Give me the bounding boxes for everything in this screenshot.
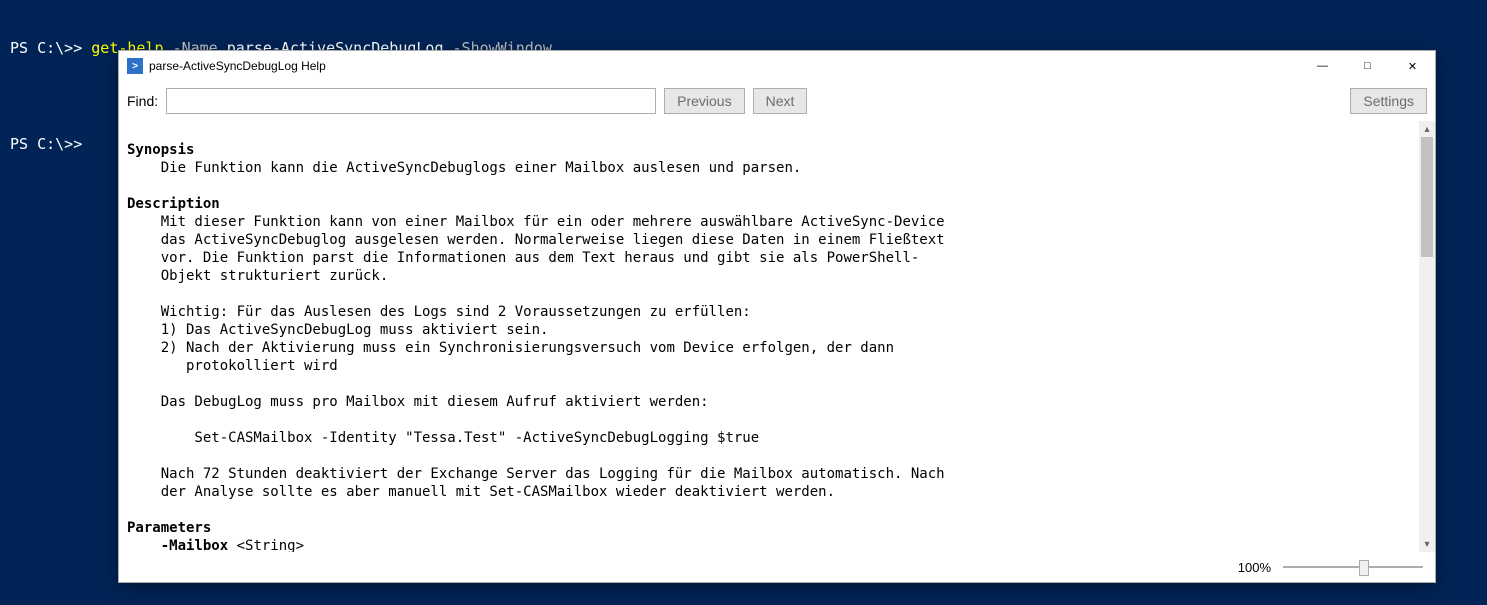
description-line: vor. Die Funktion parst die Informatione… [127,250,919,266]
description-line: Objekt strukturiert zurück. [127,268,388,284]
settings-button[interactable]: Settings [1350,88,1427,114]
scroll-up-icon[interactable]: ▴ [1419,121,1435,137]
parameters-heading: Parameters [127,520,211,536]
window-title: parse-ActiveSyncDebugLog Help [149,59,1300,73]
description-line: 1) Das ActiveSyncDebugLog muss aktiviert… [127,322,548,338]
description-line: Mit dieser Funktion kann von einer Mailb… [127,214,945,230]
scroll-down-icon[interactable]: ▾ [1419,536,1435,552]
description-line: Wichtig: Für das Auslesen des Logs sind … [127,304,751,320]
description-line: der Analyse sollte es aber manuell mit S… [127,484,835,500]
description-heading: Description [127,196,220,212]
vertical-scrollbar[interactable]: ▴ ▾ [1419,121,1435,552]
find-toolbar: Find: Previous Next Settings [119,81,1435,121]
description-line: Set-CASMailbox -Identity "Tessa.Test" -A… [127,430,759,446]
zoom-slider-thumb[interactable] [1359,560,1369,576]
scroll-thumb[interactable] [1421,137,1433,257]
help-window: > parse-ActiveSyncDebugLog Help — □ ✕ Fi… [118,50,1436,583]
zoom-slider[interactable] [1283,558,1423,576]
zoom-level: 100% [1238,560,1271,575]
find-label: Find: [127,93,158,109]
minimize-button[interactable]: — [1300,51,1345,81]
parameter-name: -Mailbox [127,538,228,552]
description-line: 2) Nach der Aktivierung muss ein Synchro… [127,340,894,356]
help-content: Synopsis Die Funktion kann die ActiveSyn… [119,121,1419,552]
synopsis-text: Die Funktion kann die ActiveSyncDebuglog… [127,160,801,176]
previous-button[interactable]: Previous [664,88,744,114]
statusbar: 100% [119,552,1435,582]
parameter-type: <String> [228,538,304,552]
find-input[interactable] [166,88,656,114]
powershell-icon: > [127,58,143,74]
close-button[interactable]: ✕ [1390,51,1435,81]
description-line: Das DebugLog muss pro Mailbox mit diesem… [127,394,709,410]
description-line: protokolliert wird [127,358,338,374]
titlebar[interactable]: > parse-ActiveSyncDebugLog Help — □ ✕ [119,51,1435,81]
description-line: Nach 72 Stunden deaktiviert der Exchange… [127,466,945,482]
maximize-button[interactable]: □ [1345,51,1390,81]
description-line: das ActiveSyncDebuglog ausgelesen werden… [127,232,945,248]
synopsis-heading: Synopsis [127,142,194,158]
next-button[interactable]: Next [753,88,808,114]
